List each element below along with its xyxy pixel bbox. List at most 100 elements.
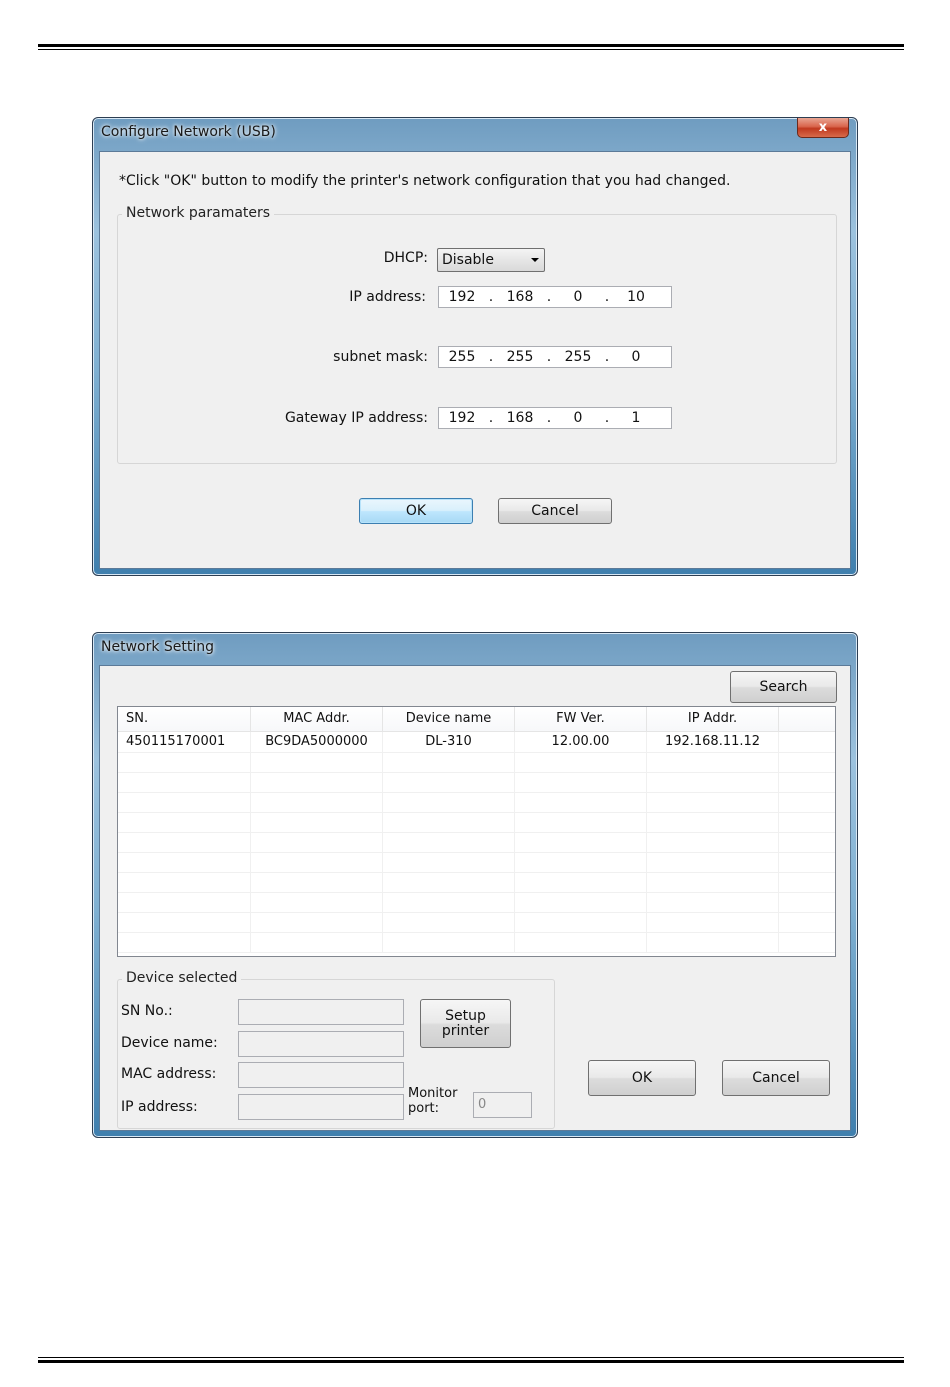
configure-network-window: Configure Network (USB) x *Click "OK" bu… xyxy=(92,117,858,576)
empty-cell xyxy=(515,832,647,852)
monitor-port-field[interactable]: 0 xyxy=(473,1092,532,1118)
table-row-empty xyxy=(118,772,835,793)
table-row-empty xyxy=(118,852,835,873)
empty-cell xyxy=(251,872,383,892)
gateway-field[interactable]: 192. 168. 0. 1 xyxy=(438,407,672,429)
ip-octet: 0 xyxy=(573,289,583,305)
cell-fw-ver: 12.00.00 xyxy=(515,732,647,752)
table-row-empty xyxy=(118,892,835,913)
header-rule-thin xyxy=(38,49,904,50)
column-header-device-name[interactable]: Device name xyxy=(383,707,515,731)
empty-cell xyxy=(251,792,383,812)
empty-cell xyxy=(515,912,647,932)
empty-cell xyxy=(647,912,779,932)
dhcp-select[interactable]: Disable xyxy=(437,248,545,272)
empty-cell xyxy=(647,832,779,852)
dialog-client-area: *Click "OK" button to modify the printer… xyxy=(99,151,851,569)
mac-address-field[interactable] xyxy=(238,1062,404,1088)
empty-cell xyxy=(383,932,515,952)
ip-octet: 192 xyxy=(448,289,476,305)
empty-cell xyxy=(779,872,835,892)
gateway-octet: 192 xyxy=(448,410,476,426)
table-row-empty xyxy=(118,752,835,773)
empty-cell xyxy=(118,912,251,932)
column-header-mac[interactable]: MAC Addr. xyxy=(251,707,383,731)
instruction-text: *Click "OK" button to modify the printer… xyxy=(119,173,731,189)
empty-cell xyxy=(251,832,383,852)
table-row-empty xyxy=(118,932,835,953)
octet-separator: . xyxy=(488,349,494,365)
empty-cell xyxy=(779,772,835,792)
octet-separator: . xyxy=(546,289,552,305)
sn-no-field[interactable] xyxy=(238,999,404,1025)
gateway-label: Gateway IP address: xyxy=(284,410,428,426)
empty-cell xyxy=(118,852,251,872)
column-header-sn[interactable]: SN. xyxy=(118,707,251,731)
table-row-empty xyxy=(118,812,835,833)
setup-printer-button[interactable]: Setup printer xyxy=(420,999,511,1048)
table-row-empty xyxy=(118,792,835,813)
table-row-empty xyxy=(118,872,835,893)
octet-separator: . xyxy=(604,349,610,365)
empty-cell xyxy=(118,892,251,912)
table-header: SN. MAC Addr. Device name FW Ver. IP Add… xyxy=(118,707,835,732)
octet-separator: . xyxy=(604,289,610,305)
empty-cell xyxy=(383,872,515,892)
table-row[interactable]: 450115170001 BC9DA5000000 DL-310 12.00.0… xyxy=(118,732,835,753)
octet-separator: . xyxy=(488,410,494,426)
monitor-port-label: Monitor port: xyxy=(408,1086,458,1116)
empty-cell xyxy=(779,812,835,832)
octet-separator: . xyxy=(604,410,610,426)
ip-address-label: IP address: xyxy=(349,289,426,305)
network-parameters-label: Network paramaters xyxy=(122,205,275,221)
cancel-button[interactable]: Cancel xyxy=(498,498,612,524)
octet-separator: . xyxy=(546,349,552,365)
column-header-fw-ver[interactable]: FW Ver. xyxy=(515,707,647,731)
empty-cell xyxy=(383,832,515,852)
close-button[interactable]: x xyxy=(797,118,849,138)
empty-cell xyxy=(779,892,835,912)
cell-mac: BC9DA5000000 xyxy=(251,732,383,752)
window-title: Network Setting xyxy=(101,639,215,655)
subnet-octet: 255 xyxy=(506,349,534,365)
subnet-octet: 0 xyxy=(631,349,641,365)
ip-address-field[interactable] xyxy=(238,1094,404,1120)
empty-cell xyxy=(383,792,515,812)
subnet-mask-field[interactable]: 255. 255. 255. 0 xyxy=(438,346,672,368)
cell-ip-addr: 192.168.11.12 xyxy=(647,732,779,752)
empty-cell xyxy=(118,812,251,832)
dhcp-select-value: Disable xyxy=(442,252,494,268)
empty-cell xyxy=(515,852,647,872)
subnet-octet: 255 xyxy=(448,349,476,365)
empty-cell xyxy=(779,912,835,932)
empty-cell xyxy=(251,812,383,832)
empty-cell xyxy=(383,892,515,912)
empty-cell xyxy=(647,752,779,772)
dhcp-label: DHCP: xyxy=(383,250,428,266)
empty-cell xyxy=(251,932,383,952)
empty-cell xyxy=(515,752,647,772)
empty-cell xyxy=(515,812,647,832)
column-header-ip-addr[interactable]: IP Addr. xyxy=(647,707,779,731)
device-name-field[interactable] xyxy=(238,1031,404,1057)
table-row-empty xyxy=(118,832,835,853)
dialog-client-area: Search SN. MAC Addr. Device name FW Ver.… xyxy=(99,665,851,1131)
empty-cell xyxy=(515,792,647,812)
mac-address-label: MAC address: xyxy=(121,1066,217,1082)
empty-cell xyxy=(251,852,383,872)
ip-address-field[interactable]: 192. 168. 0. 10 xyxy=(438,286,672,308)
ok-button[interactable]: OK xyxy=(359,498,473,524)
search-button[interactable]: Search xyxy=(730,671,837,703)
empty-cell xyxy=(383,812,515,832)
octet-separator: . xyxy=(488,289,494,305)
window-title: Configure Network (USB) xyxy=(101,124,276,140)
empty-cell xyxy=(779,932,835,952)
network-setting-window: Network Setting Search SN. MAC Addr. Dev… xyxy=(92,632,858,1138)
empty-cell xyxy=(779,832,835,852)
cancel-button[interactable]: Cancel xyxy=(722,1060,830,1096)
ok-button[interactable]: OK xyxy=(588,1060,696,1096)
empty-cell xyxy=(118,932,251,952)
empty-cell xyxy=(647,892,779,912)
empty-cell xyxy=(647,792,779,812)
device-table: SN. MAC Addr. Device name FW Ver. IP Add… xyxy=(117,706,836,957)
